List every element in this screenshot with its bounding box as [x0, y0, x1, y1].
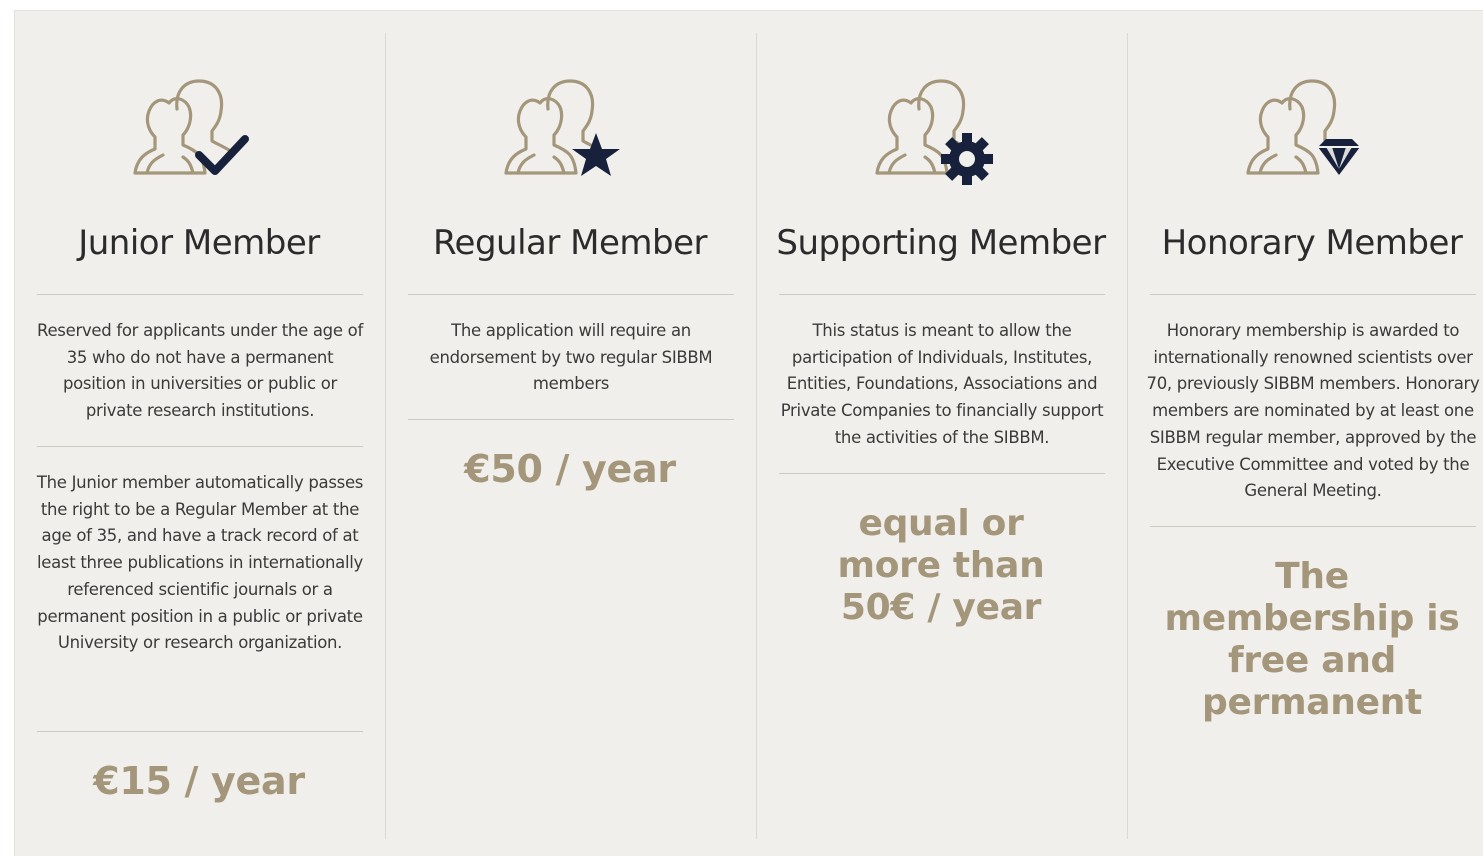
card-title: Supporting Member [776, 223, 1106, 263]
divider [37, 446, 363, 447]
honorary-member-card: Honorary Member Honorary membership is a… [1128, 11, 1483, 856]
card-price: €50 / year [464, 447, 676, 491]
card-price: equal or more than 50€ / year [837, 503, 1045, 628]
membership-panel: Junior Member Reserved for applicants un… [14, 10, 1483, 856]
junior-member-card: Junior Member Reserved for applicants un… [15, 11, 386, 856]
divider [37, 294, 363, 295]
divider [1150, 526, 1476, 527]
divider [779, 473, 1105, 474]
divider [1150, 294, 1476, 295]
divider [779, 294, 1105, 295]
card-description: This status is meant to allow the partic… [780, 321, 1104, 447]
people-check-icon [133, 69, 263, 189]
divider [37, 731, 363, 732]
card-price: The membership is free and permanent [1164, 556, 1460, 723]
card-description: Honorary membership is awarded to intern… [1146, 321, 1480, 501]
card-title: Honorary Member [1161, 223, 1463, 263]
card-title: Regular Member [432, 223, 708, 263]
card-title: Junior Member [78, 223, 320, 263]
card-description: The application will require an endorsem… [429, 321, 713, 394]
card-description: Reserved for applicants under the age of… [37, 321, 363, 421]
people-gear-icon [875, 69, 1005, 189]
divider [408, 419, 734, 420]
card-note: The Junior member automatically passes t… [36, 473, 364, 653]
people-star-icon [504, 69, 634, 189]
card-price: €15 / year [93, 759, 305, 803]
people-diamond-icon [1246, 69, 1376, 189]
regular-member-card: Regular Member The application will requ… [386, 11, 757, 856]
divider [408, 294, 734, 295]
supporting-member-card: Supporting Member This status is meant t… [757, 11, 1128, 856]
